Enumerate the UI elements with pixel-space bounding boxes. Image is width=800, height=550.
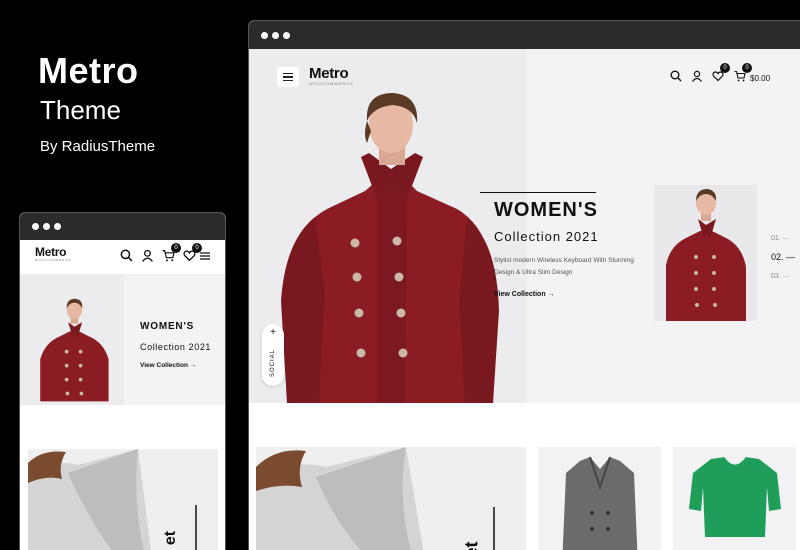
arrow-right-icon: →	[547, 291, 555, 298]
hero-title: WOMEN'S	[494, 199, 598, 221]
grey-coat-image	[562, 456, 638, 550]
wishlist-count-badge: 0	[720, 63, 730, 73]
heading-divider	[480, 192, 596, 193]
promo-text: et	[461, 541, 482, 550]
window-titlebar	[249, 21, 800, 49]
product-card[interactable]	[538, 447, 661, 550]
desktop-preview-window: Metro WOOCOMMERCE 0 0 $0.00 WOMEN'S Coll…	[248, 20, 800, 550]
brand-byline: By RadiusTheme	[40, 138, 156, 155]
mobile-hero-slider: WOMEN'S Collection 2021 View Collection …	[20, 274, 225, 405]
mobile-site-header: Metro WOOCOMMERCE 0 0	[20, 240, 225, 274]
window-dot-icon	[272, 31, 279, 39]
brand-title: Metro	[38, 50, 139, 91]
promo-image	[256, 447, 526, 550]
logo-subtext: WOOCOMMERCE	[309, 81, 354, 86]
menu-icon[interactable]	[199, 249, 211, 267]
view-collection-label: View Collection	[494, 291, 546, 298]
brand-subtitle: Theme	[40, 95, 121, 125]
slide-pagination: 01. — 02. — 03. —	[771, 229, 795, 286]
promo-banner[interactable]: et	[256, 447, 526, 550]
search-icon[interactable]	[120, 249, 133, 267]
site-header: Metro WOOCOMMERCE 0 0 $0.00	[249, 49, 800, 105]
slide-number-active[interactable]: 02. —	[771, 248, 795, 267]
view-collection-label: View Collection	[140, 362, 188, 369]
slide-label: 02.	[771, 252, 784, 262]
wishlist-icon[interactable]: 0	[183, 243, 202, 267]
mobile-header-actions: 0 0	[120, 243, 211, 267]
cart-icon[interactable]: 0	[162, 243, 181, 267]
thumbnail-model-image	[666, 189, 746, 321]
logo-text: Metro	[35, 245, 67, 259]
next-slide-thumbnail[interactable]	[654, 185, 757, 321]
wishlist-icon[interactable]: 0	[712, 63, 730, 87]
social-share-toggle[interactable]: + SOCIAL	[262, 324, 284, 386]
product-card[interactable]	[673, 447, 796, 550]
mobile-hero-title: WOMEN'S	[140, 321, 195, 332]
user-icon[interactable]	[141, 249, 154, 267]
hero-subtitle: Collection 2021	[494, 229, 599, 244]
mobile-preview-window: Metro WOOCOMMERCE 0 0 WOMEN'S Collection…	[19, 212, 226, 550]
window-dot-icon	[43, 223, 50, 230]
mobile-view-collection-link[interactable]: View Collection →	[140, 362, 196, 369]
site-logo[interactable]: Metro WOOCOMMERCE	[309, 66, 354, 86]
user-icon[interactable]	[691, 69, 703, 87]
header-actions: 0 0 $0.00	[670, 63, 770, 87]
hero-description: Stylist modern Wireless Keyboard With St…	[494, 257, 634, 276]
window-dot-icon	[32, 223, 39, 230]
logo-subtext: WOOCOMMERCE	[35, 258, 72, 262]
cart-count-badge: 0	[742, 63, 752, 73]
window-dot-icon	[261, 31, 268, 39]
slide-label: 03.	[771, 273, 781, 280]
hero-model-image	[281, 93, 499, 403]
window-dot-icon	[54, 223, 61, 230]
cart-count-badge: 0	[171, 243, 181, 253]
slide-number[interactable]: 03. —	[771, 267, 795, 286]
theme-showcase: Metro Theme By RadiusTheme Metro WOOCOMM…	[0, 0, 800, 550]
hero-slider: Metro WOOCOMMERCE 0 0 $0.00 WOMEN'S Coll…	[249, 49, 800, 403]
mobile-promo-text: et	[162, 530, 180, 546]
cart-total[interactable]: $0.00	[750, 74, 770, 83]
slide-number[interactable]: 01. —	[771, 229, 795, 248]
arrow-right-icon: →	[189, 362, 197, 369]
mobile-hero-subtitle: Collection 2021	[140, 342, 212, 352]
window-titlebar	[20, 213, 225, 240]
mobile-site-logo[interactable]: Metro WOOCOMMERCE	[35, 246, 71, 262]
green-sweater-image	[689, 456, 781, 537]
mobile-promo-image	[28, 449, 218, 550]
plus-icon: +	[270, 327, 276, 338]
product-section: et	[249, 403, 800, 550]
mobile-product-section: et	[20, 405, 225, 550]
mobile-promo-banner[interactable]: et	[28, 449, 218, 550]
slide-label: 01.	[771, 235, 781, 242]
window-dot-icon	[283, 31, 290, 39]
social-label: SOCIAL	[270, 349, 276, 378]
logo-text: Metro	[309, 65, 349, 82]
menu-icon[interactable]	[277, 67, 299, 87]
cart-icon[interactable]: 0	[734, 63, 752, 87]
view-collection-link[interactable]: View Collection →	[494, 291, 555, 298]
mobile-model-image	[40, 298, 109, 402]
search-icon[interactable]	[670, 69, 682, 87]
